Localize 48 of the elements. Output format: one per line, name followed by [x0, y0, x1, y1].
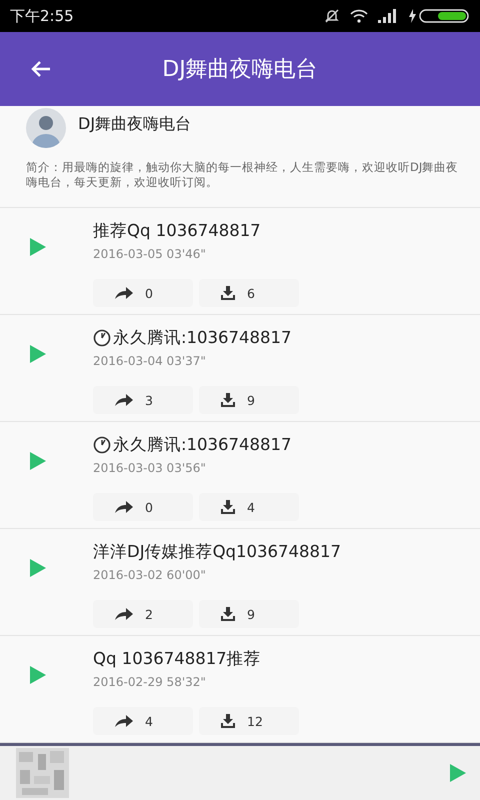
signal-icon: [378, 9, 398, 23]
muted-bell-icon: [324, 8, 340, 24]
share-count-button[interactable]: 0: [93, 493, 193, 521]
channel-intro: 简介：用最嗨的旋律，触动你大脑的每一根神经，人生需要嗨，欢迎收听DJ舞曲夜嗨电台，每天更新，欢迎收听订阅。: [26, 160, 460, 190]
track-date-duration: 2016-03-02 60'00": [93, 568, 207, 582]
clock-icon: [93, 436, 111, 454]
download-count-button[interactable]: 4: [199, 493, 299, 521]
channel-name: DJ舞曲夜嗨电台: [78, 114, 192, 135]
download-count-button[interactable]: 9: [199, 600, 299, 628]
download-count-button[interactable]: 9: [199, 386, 299, 414]
app-title: DJ舞曲夜嗨电台: [162, 56, 318, 84]
back-arrow-icon: [31, 60, 51, 78]
download-icon: [221, 393, 235, 407]
track-title: 推荐Qq 1036748817: [93, 220, 261, 242]
play-icon: [30, 666, 46, 684]
avatar: [26, 108, 66, 148]
track-date-duration: 2016-02-29 58'32": [93, 675, 207, 689]
download-count-button[interactable]: 6: [199, 279, 299, 307]
share-count-button[interactable]: 0: [93, 279, 193, 307]
track-title: 洋洋DJ传媒推荐Qq1036748817: [93, 541, 342, 563]
download-icon: [221, 286, 235, 300]
share-count-button[interactable]: 3: [93, 386, 193, 414]
play-icon: [450, 764, 466, 782]
download-icon: [221, 500, 235, 514]
track-title: 永久腾讯:1036748817: [113, 434, 292, 456]
share-arrow-icon: [115, 608, 133, 620]
track-date-duration: 2016-03-05 03'46": [93, 247, 207, 261]
share-arrow-icon: [115, 394, 133, 406]
play-icon: [30, 452, 46, 470]
track-date-duration: 2016-03-03 03'56": [93, 461, 207, 475]
play-icon: [30, 345, 46, 363]
clock-icon: [93, 329, 111, 347]
play-icon: [30, 559, 46, 577]
battery-charging-icon: [408, 8, 470, 24]
download-icon: [221, 607, 235, 621]
track-title: Qq 1036748817推荐: [93, 648, 261, 670]
download-icon: [221, 714, 235, 728]
play-icon: [30, 238, 46, 256]
status-time: 下午2:55: [10, 6, 74, 26]
share-count-button[interactable]: 2: [93, 600, 193, 628]
share-arrow-icon: [115, 715, 133, 727]
share-count-button[interactable]: 4: [93, 707, 193, 735]
track-date-duration: 2016-03-04 03'37": [93, 354, 207, 368]
download-count-button[interactable]: 12: [199, 707, 299, 735]
track-title: 永久腾讯:1036748817: [113, 327, 292, 349]
share-arrow-icon: [115, 287, 133, 299]
share-arrow-icon: [115, 501, 133, 513]
wifi-icon: [350, 9, 368, 23]
